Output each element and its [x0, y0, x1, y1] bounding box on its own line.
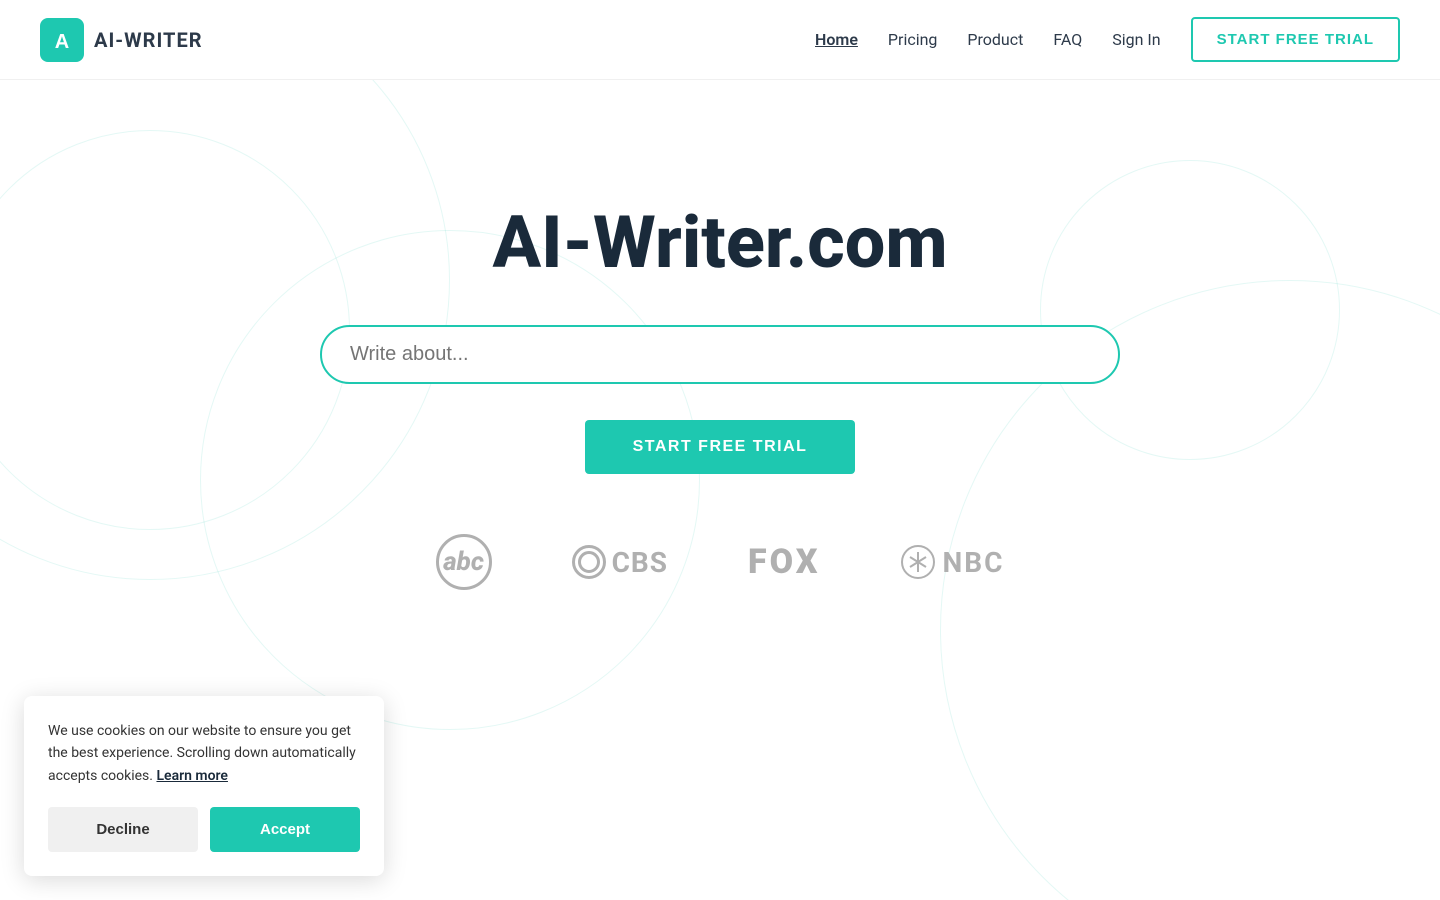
- nav-signin[interactable]: Sign In: [1112, 26, 1160, 53]
- brand-logos-section: abc CBS FOX NBC: [0, 474, 1440, 620]
- nav-pricing[interactable]: Pricing: [888, 26, 938, 53]
- logo-icon: A: [40, 18, 84, 62]
- nav-links: Home Pricing Product FAQ Sign In START F…: [815, 17, 1400, 62]
- hero-content: AI-Writer.com START FREE TRIAL: [0, 80, 1440, 474]
- nav-home[interactable]: Home: [815, 26, 858, 53]
- cbs-logo-text: CBS: [612, 546, 668, 579]
- logo[interactable]: A AI-WRITER: [40, 18, 203, 62]
- cookie-decline-button[interactable]: Decline: [48, 807, 198, 852]
- logo-nbc: NBC: [900, 544, 1004, 580]
- abc-logo-icon: abc: [436, 534, 492, 590]
- cbs-logo-icon: [572, 545, 606, 579]
- cookie-learn-more-link[interactable]: Learn more: [156, 768, 227, 784]
- hero-start-trial-button[interactable]: START FREE TRIAL: [585, 420, 856, 474]
- hero-title: AI-Writer.com: [492, 200, 947, 285]
- cookie-buttons: Decline Accept: [48, 807, 360, 852]
- nbc-logo-icon: [900, 544, 936, 580]
- nav-start-trial-button[interactable]: START FREE TRIAL: [1191, 17, 1400, 62]
- navbar: A AI-WRITER Home Pricing Product FAQ Sig…: [0, 0, 1440, 80]
- svg-text:A: A: [55, 31, 69, 53]
- fox-logo-text: FOX: [748, 542, 820, 582]
- nbc-logo-text: NBC: [942, 546, 1004, 579]
- cookie-banner: We use cookies on our website to ensure …: [24, 696, 384, 876]
- logo-abc: abc: [436, 534, 492, 590]
- hero-input-wrapper: [320, 325, 1120, 384]
- nav-product[interactable]: Product: [967, 26, 1023, 53]
- logo-cbs: CBS: [572, 545, 668, 579]
- cookie-message: We use cookies on our website to ensure …: [48, 720, 360, 787]
- write-about-input[interactable]: [350, 343, 1090, 366]
- logo-text: AI-WRITER: [94, 28, 203, 52]
- cookie-accept-button[interactable]: Accept: [210, 807, 360, 852]
- logo-fox: FOX: [748, 542, 820, 582]
- nav-faq[interactable]: FAQ: [1053, 26, 1082, 53]
